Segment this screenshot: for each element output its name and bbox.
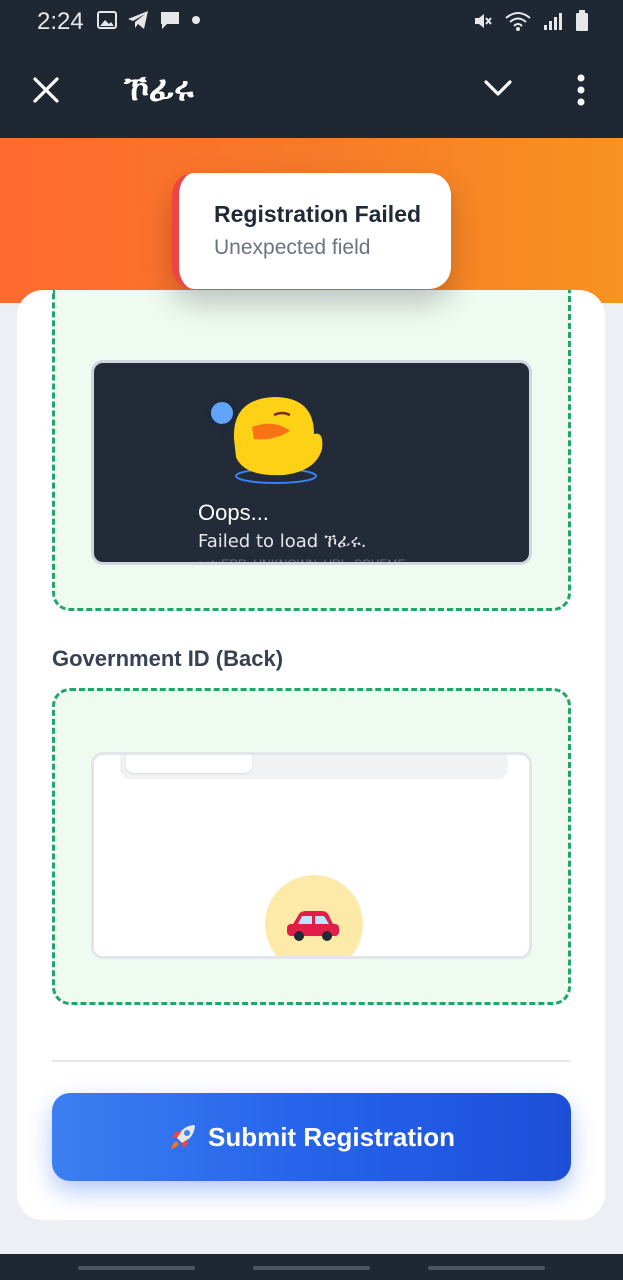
submit-label: Submit Registration [207, 1121, 455, 1152]
status-bar: 2:24 [0, 0, 623, 42]
submit-registration-button[interactable]: Submit Registration [52, 1093, 571, 1181]
duck-magnifier-icon [207, 397, 323, 484]
status-time: 2:24 [37, 8, 84, 35]
error-message: Failed to load ኾፊሩ. [198, 531, 367, 552]
more-vertical-icon[interactable] [570, 72, 592, 108]
back-id-label: Government ID (Back) [52, 646, 284, 671]
nav-recents-button[interactable] [78, 1266, 195, 1270]
divider [52, 1060, 571, 1062]
battery-icon [576, 10, 588, 31]
error-heading: Oops... [198, 500, 269, 525]
mute-icon [475, 14, 492, 28]
nav-back-button[interactable] [428, 1266, 545, 1270]
error-toast: Registration Failed Unexpected field [172, 173, 451, 289]
dot-icon [192, 16, 200, 24]
error-code: net::ERR_UNKNOWN_URL_SCHEME [198, 557, 406, 565]
image-icon [97, 11, 117, 29]
app-bar: ኾፊሩ [0, 42, 623, 138]
chevron-down-icon[interactable] [483, 78, 513, 98]
signal-icon [544, 13, 562, 30]
nav-home-button[interactable] [253, 1266, 370, 1270]
toast-message: Unexpected field [214, 236, 371, 259]
toast-title: Registration Failed [214, 201, 422, 227]
close-icon[interactable] [32, 76, 60, 104]
wifi-icon [505, 12, 531, 31]
back-id-preview [91, 752, 532, 959]
rocket-icon [170, 1125, 195, 1149]
front-id-preview: Oops... Failed to load ኾፊሩ. net::ERR_UNK… [91, 360, 532, 565]
preview-tab-active [126, 755, 252, 773]
message-icon [161, 12, 179, 29]
app-title: ኾፊሩ [124, 69, 194, 109]
system-nav-bar [0, 1254, 623, 1280]
telegram-icon [128, 11, 148, 29]
car-icon [287, 911, 339, 941]
